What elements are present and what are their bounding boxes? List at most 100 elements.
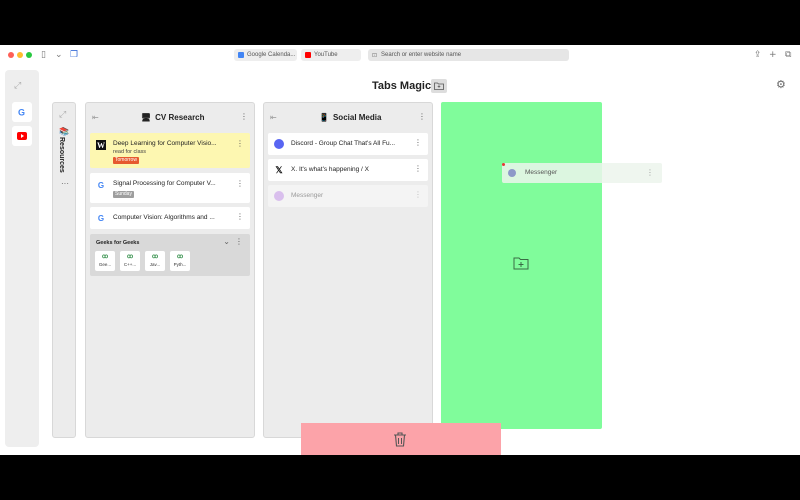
trash-icon <box>394 432 406 447</box>
card-title: Discord - Group Chat That's All Fu... <box>291 140 396 147</box>
browser-toolbar: ▯ ⌄ ❐ Google Calenda... YouTube ⊡ Search… <box>0 45 800 65</box>
group-tab-label: Gee... <box>98 262 112 267</box>
gfg-favicon-icon: ꝏ <box>101 254 109 260</box>
page-title: Tabs Magic <box>372 80 432 92</box>
column-title: CV Research <box>155 113 205 122</box>
collapsed-column-resources[interactable]: ⤢ 📚 Resources ··· <box>52 102 76 438</box>
due-badge: Sunday <box>113 191 134 198</box>
gfg-favicon-icon: ꝏ <box>176 254 184 260</box>
column-menu-icon[interactable]: ⋮ <box>240 112 248 121</box>
pinned-sites-rail: ⤢ G <box>5 70 39 447</box>
google-icon[interactable]: G <box>12 102 32 122</box>
add-folder-button[interactable] <box>431 79 447 93</box>
column-title: Social Media <box>332 113 382 122</box>
card-title: Deep Learning for Computer Visio... <box>113 140 217 147</box>
card-menu-icon[interactable]: ⋮ <box>414 164 422 173</box>
youtube-favicon-icon <box>305 52 311 58</box>
discord-favicon-icon <box>274 139 284 149</box>
card-title: Signal Processing for Computer V... <box>113 180 216 187</box>
books-icon: 📚 <box>59 127 69 136</box>
share-icon[interactable]: ⇪ <box>754 49 762 61</box>
gfg-favicon-icon: ꝏ <box>151 254 159 260</box>
group-menu-icon[interactable]: ⋮ <box>235 237 243 246</box>
expand-icon[interactable]: ⤢ <box>14 80 21 92</box>
expand-column-icon[interactable]: ⤢ <box>59 109 66 121</box>
card-menu-icon[interactable]: ⋮ <box>236 179 244 188</box>
address-placeholder: Search or enter website name <box>381 52 462 58</box>
calendar-favicon-icon <box>238 52 244 58</box>
messenger-favicon-icon <box>274 191 284 201</box>
card-title: Messenger <box>291 192 324 199</box>
google-favicon-icon: G <box>97 213 105 223</box>
gear-icon[interactable]: ⚙ <box>776 78 786 91</box>
sidebar-toggle-icon[interactable]: ▯ <box>41 49 46 61</box>
tab-google-calendar[interactable]: Google Calenda... <box>234 49 297 61</box>
folder-plus-icon <box>513 257 529 270</box>
app-screen: ▯ ⌄ ❐ Google Calenda... YouTube ⊡ Search… <box>0 45 800 455</box>
card-title: Messenger <box>525 169 558 176</box>
group-tab[interactable]: ꝏ Gee... <box>95 251 115 271</box>
folder-plus-icon <box>434 82 444 90</box>
column-menu-icon[interactable]: ⋮ <box>418 112 426 121</box>
card-note: read for class <box>113 149 147 155</box>
svg-text:G: G <box>18 108 25 118</box>
tab-card[interactable]: Discord - Group Chat That's All Fu... ⋮ <box>268 133 428 155</box>
tab-card[interactable]: 𝕏 X. It's what's happening / X ⋮ <box>268 159 428 181</box>
close-window-button[interactable] <box>8 52 14 58</box>
group-tab[interactable]: ꝏ Jav... <box>145 251 165 271</box>
card-title: Computer Vision: Algorithms and ... <box>113 214 215 221</box>
maximize-window-button[interactable] <box>26 52 32 58</box>
tab-card[interactable]: W Deep Learning for Computer Visio... re… <box>90 133 250 168</box>
column-cv-research: ⇤ 🖥 CV Research ⋮ W Deep Learning for Co… <box>85 102 255 438</box>
group-tab[interactable]: ꝏ C++... <box>120 251 140 271</box>
address-bar[interactable]: ⊡ Search or enter website name <box>368 49 569 61</box>
card-menu-icon[interactable]: ⋮ <box>236 212 244 221</box>
collapse-column-icon[interactable]: ⇤ <box>92 113 99 122</box>
card-menu-icon[interactable]: ⋮ <box>414 190 422 199</box>
card-menu-icon[interactable]: ⋮ <box>414 138 422 147</box>
wiley-favicon-icon: W <box>96 140 106 150</box>
tab-overview-icon[interactable]: ⧉ <box>785 49 791 61</box>
column-header: ⇤ 📱 Social Media ⋮ <box>264 103 432 131</box>
google-favicon-icon: G <box>97 180 105 190</box>
group-tab-label: C++... <box>123 262 137 267</box>
tab-label: YouTube <box>314 52 338 58</box>
more-icon[interactable]: ··· <box>61 179 69 188</box>
column-title: Resources <box>58 137 65 173</box>
card-menu-icon[interactable]: ⋮ <box>646 168 654 177</box>
dragging-tab-card[interactable]: Messenger ⋮ <box>502 163 662 183</box>
column-header: ⇤ 🖥 CV Research ⋮ <box>86 103 254 131</box>
new-tab-icon[interactable]: + <box>769 49 777 61</box>
youtube-icon[interactable] <box>12 126 32 146</box>
tab-label: Google Calenda... <box>247 52 296 58</box>
tab-card[interactable]: G Computer Vision: Algorithms and ... ⋮ <box>90 207 250 229</box>
column-title-wrap: 🖥 CV Research <box>141 113 205 122</box>
monitor-icon: 🖥 <box>141 113 152 122</box>
search-icon: ⊡ <box>372 51 378 59</box>
drag-indicator-icon <box>502 163 505 166</box>
tab-groups-icon[interactable]: ❐ <box>70 49 78 61</box>
tab-group[interactable]: Geeks for Geeks ⌄ ⋮ ꝏ Gee... ꝏ C++... ꝏ … <box>90 234 250 276</box>
tab-card[interactable]: G Signal Processing for Computer V... Su… <box>90 173 250 203</box>
due-badge: Tomorrow <box>113 157 139 164</box>
new-column-drop-zone[interactable] <box>441 102 602 429</box>
gfg-favicon-icon: ꝏ <box>126 254 134 260</box>
chevron-down-icon[interactable]: ⌄ <box>55 49 63 61</box>
collapse-column-icon[interactable]: ⇤ <box>270 113 277 122</box>
trash-drop-zone[interactable] <box>301 423 501 455</box>
group-title: Geeks for Geeks <box>96 240 140 246</box>
x-favicon-icon: 𝕏 <box>275 164 283 175</box>
card-title: X. It's what's happening / X <box>291 166 369 173</box>
chevron-down-icon[interactable]: ⌄ <box>223 237 230 246</box>
card-menu-icon[interactable]: ⋮ <box>236 139 244 148</box>
group-tab-label: Jav... <box>149 262 161 267</box>
column-social-media: ⇤ 📱 Social Media ⋮ Discord - Group Chat … <box>263 102 433 438</box>
phone-icon: 📱 <box>319 113 329 122</box>
column-title-wrap: 📱 Social Media <box>319 113 381 122</box>
group-tab-label: Pyth... <box>173 262 187 267</box>
tab-youtube[interactable]: YouTube <box>301 49 361 61</box>
tab-card-placeholder[interactable]: Messenger ⋮ <box>268 185 428 207</box>
messenger-favicon-icon <box>508 169 516 177</box>
minimize-window-button[interactable] <box>17 52 23 58</box>
group-tab[interactable]: ꝏ Pyth... <box>170 251 190 271</box>
